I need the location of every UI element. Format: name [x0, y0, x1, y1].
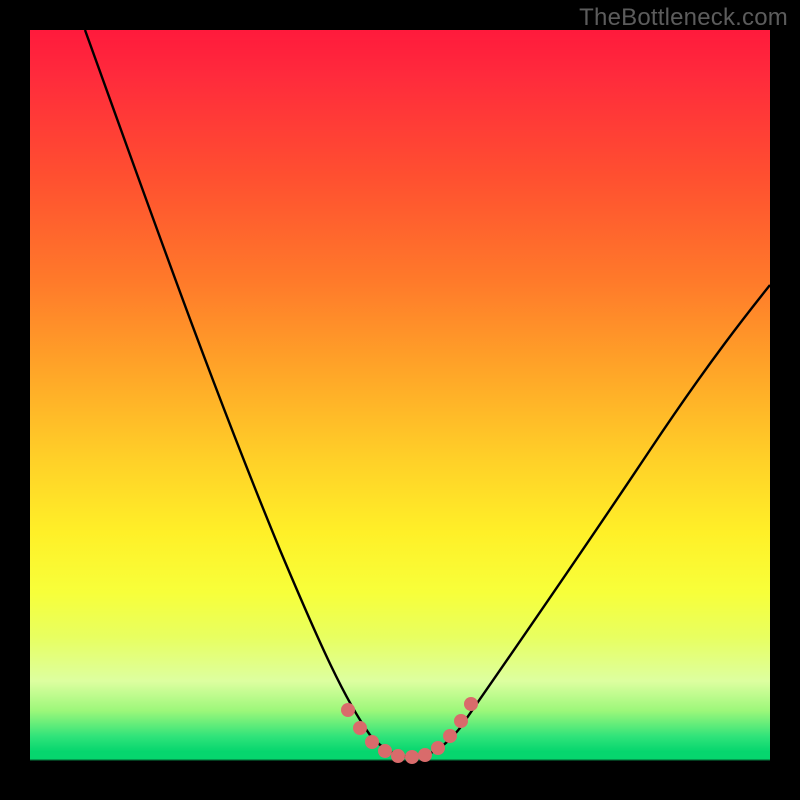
bottleneck-curve: [85, 30, 770, 757]
chart-frame: TheBottleneck.com: [0, 0, 800, 800]
bottleneck-curve-svg: [30, 30, 770, 770]
plot-area: [30, 30, 770, 770]
watermark-text: TheBottleneck.com: [579, 4, 788, 32]
